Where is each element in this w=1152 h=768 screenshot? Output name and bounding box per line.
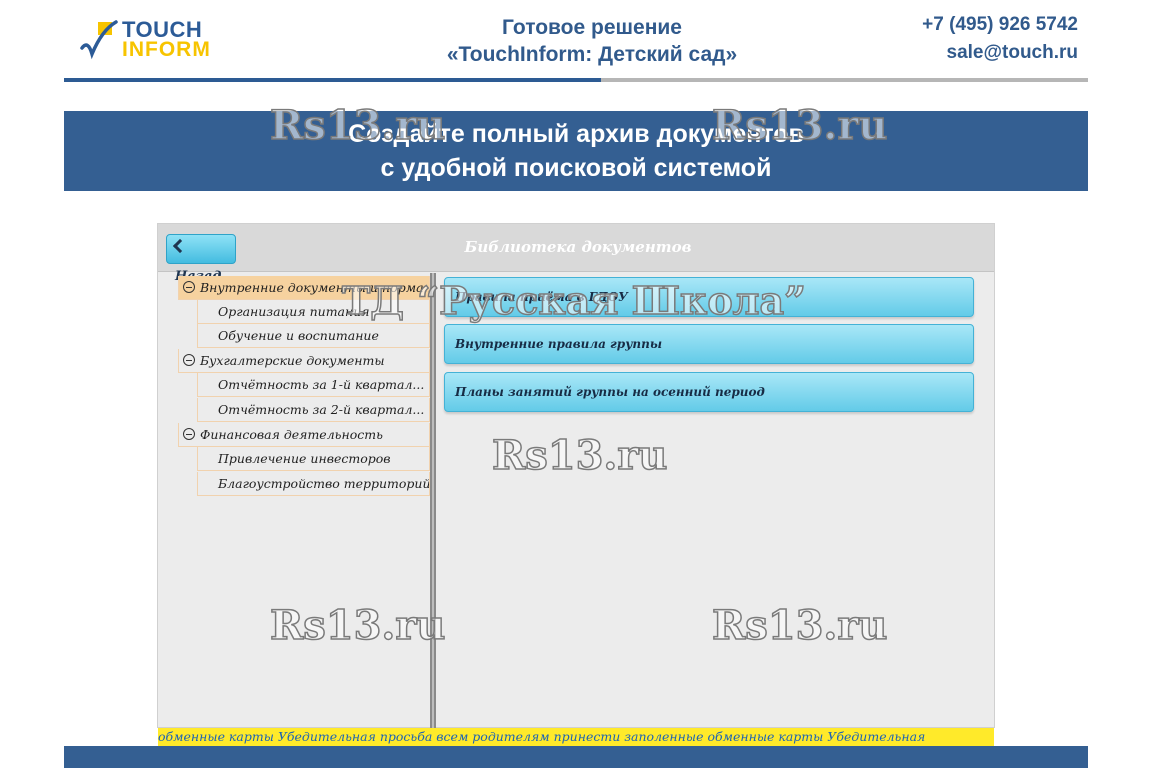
headline-line1: Создайте полный архив документов: [348, 120, 804, 148]
header-divider-blue: [64, 78, 601, 82]
collapse-icon[interactable]: [183, 428, 195, 440]
logo-text-inform: INFORM: [122, 38, 211, 61]
tree-item-label: Отчётность за 1-й квартал...: [218, 377, 425, 392]
footer-bar: [64, 746, 1088, 768]
document-button[interactable]: Внутренние правила группы: [444, 324, 974, 364]
watermark: ТД “Русская Школа”: [341, 278, 806, 323]
tree-item-q2-report[interactable]: Отчётность за 2-й квартал...: [197, 398, 430, 422]
tree-item-label: Бухгалтерские документы: [200, 353, 385, 368]
tree-item-education[interactable]: Обучение и воспитание: [197, 324, 430, 348]
contact-phone[interactable]: +7 (495) 926 5742: [922, 11, 1078, 39]
header-divider-gray: [601, 78, 1088, 82]
page-title: Готовое решение «TouchInform: Детский са…: [390, 14, 794, 68]
document-button[interactable]: Планы занятий группы на осенний период: [444, 372, 974, 412]
news-ticker: обменные карты Убедительная просьба всем…: [158, 728, 994, 746]
contact-block: +7 (495) 926 5742 sale@touch.ru: [922, 11, 1078, 67]
contact-email[interactable]: sale@touch.ru: [922, 39, 1079, 67]
category-tree: Внутренние документы и норма... Организа…: [172, 273, 430, 728]
tree-category-finance[interactable]: Финансовая деятельность: [178, 423, 430, 447]
watermark: Rs13.ru: [491, 432, 668, 479]
touchinform-logo: TOUCH INFORM: [80, 18, 225, 64]
tree-item-investors[interactable]: Привлечение инвесторов: [197, 447, 430, 471]
tree-item-label: Обучение и воспитание: [218, 328, 379, 343]
library-title: Библиотека документов: [464, 238, 692, 256]
tree-item-q1-report[interactable]: Отчётность за 1-й квартал...: [197, 373, 430, 397]
logo-check-icon: [80, 20, 118, 60]
app-top-bar: Назад Библиотека документов: [158, 224, 994, 284]
watermark: Rs13.ru: [269, 602, 446, 649]
collapse-icon[interactable]: [183, 354, 195, 366]
tree-category-accounting[interactable]: Бухгалтерские документы: [178, 349, 430, 373]
headline-banner: Создайте полный архив документов с удобн…: [64, 111, 1088, 191]
headline-line2: с удобной поисковой системой: [380, 154, 772, 182]
back-button[interactable]: Назад: [166, 234, 236, 284]
watermark: Rs13.ru: [269, 102, 446, 149]
tree-item-label: Отчётность за 2-й квартал...: [218, 402, 425, 417]
pane-splitter[interactable]: [430, 273, 436, 729]
tree-item-landscaping[interactable]: Благоустройство территорий: [197, 472, 430, 496]
tree-item-label: Благоустройство территорий: [218, 476, 430, 491]
watermark: Rs13.ru: [711, 602, 888, 649]
collapse-icon[interactable]: [183, 281, 195, 293]
tree-item-label: Привлечение инвесторов: [218, 451, 391, 466]
watermark: Rs13.ru: [711, 102, 888, 149]
tree-item-label: Финансовая деятельность: [200, 427, 383, 442]
chevron-left-icon: [172, 238, 188, 254]
page-title-line1: Готовое решение: [502, 16, 682, 39]
page-title-line2: «TouchInform: Детский сад»: [446, 43, 738, 66]
